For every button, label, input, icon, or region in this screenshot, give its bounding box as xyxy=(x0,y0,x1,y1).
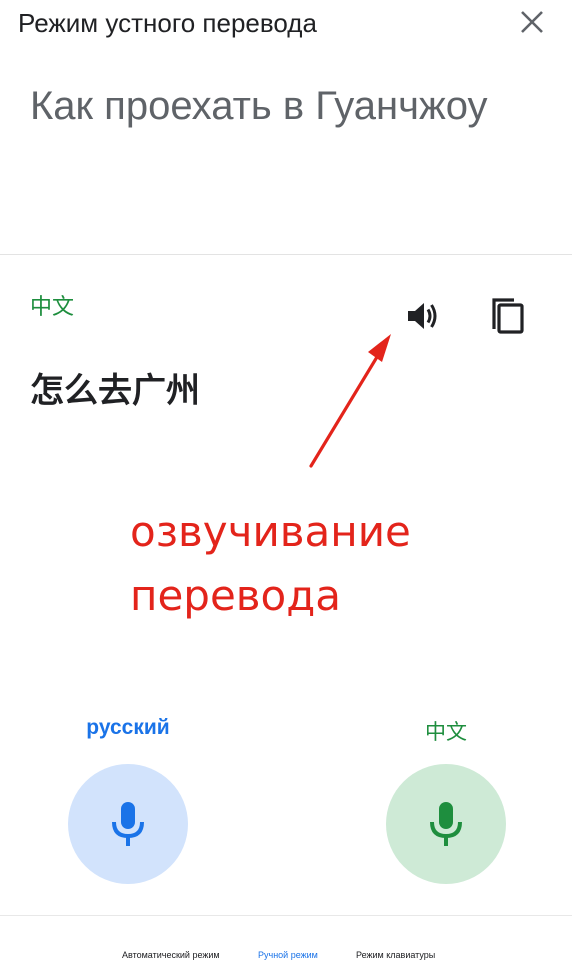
language-label-russian[interactable]: русский xyxy=(72,716,184,740)
copy-icon xyxy=(492,298,524,334)
mic-button-russian[interactable] xyxy=(68,764,188,884)
close-button[interactable] xyxy=(512,6,552,42)
microphone-icon xyxy=(430,802,462,846)
divider xyxy=(0,254,572,255)
speak-translation-button[interactable] xyxy=(398,292,446,340)
page-title: Режим устного перевода xyxy=(18,8,317,38)
mic-button-chinese[interactable] xyxy=(386,764,506,884)
translated-text: 怎么去广州 xyxy=(30,372,200,410)
mode-manual-tab[interactable]: Ручной режим xyxy=(258,950,318,960)
annotation-text: озвучивание перевода xyxy=(130,500,411,628)
source-text[interactable]: Как проехать в Гуанчжоу xyxy=(30,84,488,129)
close-icon xyxy=(521,11,543,33)
divider xyxy=(0,915,572,916)
mode-auto-tab[interactable]: Автоматический режим xyxy=(122,950,220,960)
annotation-line-1: озвучивание xyxy=(130,507,411,556)
microphone-icon xyxy=(112,802,144,846)
mode-keyboard-tab[interactable]: Режим клавиатуры xyxy=(356,950,435,960)
volume-up-icon xyxy=(408,303,437,329)
annotation-line-2: перевода xyxy=(130,571,342,620)
copy-button[interactable] xyxy=(484,292,532,340)
language-label-chinese[interactable]: 中文 xyxy=(390,716,502,746)
target-language-label: 中文 xyxy=(30,294,75,319)
